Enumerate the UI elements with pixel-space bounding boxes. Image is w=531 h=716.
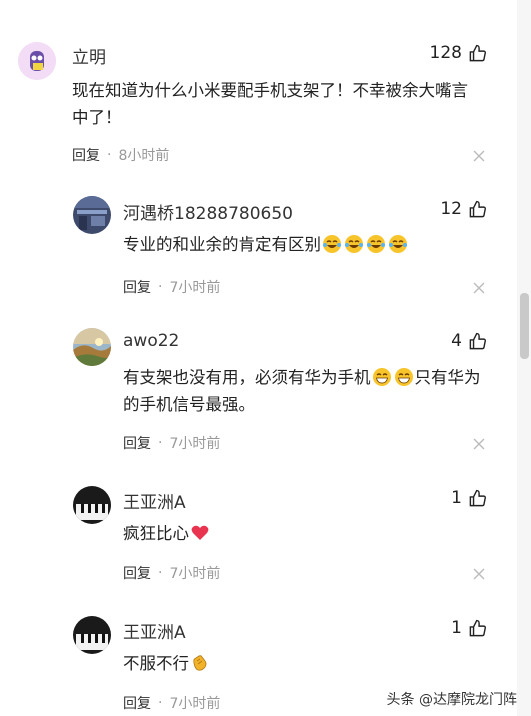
thumbs-up-icon [469, 44, 486, 61]
comment-author[interactable]: 河遇桥18288780650 [123, 199, 293, 224]
like-count: 128 [429, 43, 462, 63]
reply-button[interactable]: 回复 [123, 693, 151, 713]
thumbs-up-icon [469, 489, 486, 506]
close-icon[interactable] [473, 438, 485, 450]
avatar[interactable] [73, 328, 111, 366]
meta-separator: · [107, 147, 112, 163]
meta-separator: · [158, 435, 163, 451]
like-button[interactable]: 12 [440, 199, 487, 219]
laugh-cry-emoji [367, 235, 385, 253]
close-icon[interactable] [473, 150, 485, 162]
comment-author[interactable]: awo22 [123, 331, 179, 351]
heart-emoji [191, 525, 209, 540]
reply-button[interactable]: 回复 [123, 277, 151, 297]
comment-author[interactable]: 立明 [72, 43, 106, 68]
comment-time: 7小时前 [169, 280, 221, 296]
comment-text-body: 疯狂比心 [123, 524, 189, 543]
scrollbar-thumb[interactable] [520, 293, 529, 359]
comment-text-part1: 有支架也没有用，必须有华为手机 [123, 368, 371, 387]
watermark: 头条 @达摩院龙门阵 [386, 692, 517, 708]
like-count: 4 [451, 331, 462, 351]
comment-time: 8小时前 [118, 148, 170, 164]
comment-text: 有支架也没有用，必须有华为手机 只有华为的手机信号最强。 [123, 364, 493, 418]
close-icon[interactable] [473, 568, 485, 580]
reply-button[interactable]: 回复 [123, 563, 151, 583]
comment-text: 现在知道为什么小米要配手机支架了！不幸被余大嘴言中了！ [72, 81, 468, 127]
meta-separator: · [158, 279, 163, 295]
like-button[interactable]: 4 [451, 331, 487, 351]
laugh-cry-emoji [323, 235, 341, 253]
comment-meta: 回复 · 8小时前 [72, 145, 169, 165]
comment-text: 不服不行 [123, 650, 483, 677]
thumbs-up-icon [469, 332, 486, 349]
comment-text: 专业的和业余的肯定有区别 [123, 231, 483, 258]
clap-emoji [193, 655, 207, 671]
comment-author[interactable]: 王亚洲A [123, 618, 186, 643]
avatar[interactable] [73, 196, 111, 234]
close-icon[interactable] [473, 282, 485, 294]
meta-separator: · [158, 565, 163, 581]
reply-button[interactable]: 回复 [123, 433, 151, 453]
comment-meta: 回复 · 7小时前 [123, 277, 220, 297]
avatar[interactable] [73, 616, 111, 654]
like-button[interactable]: 1 [451, 618, 487, 638]
avatar[interactable] [73, 486, 111, 524]
comment-author[interactable]: 王亚洲A [123, 488, 186, 513]
avatar[interactable] [18, 42, 56, 80]
laugh-cry-emoji [389, 235, 407, 253]
comment-text-body: 不服不行 [123, 654, 189, 673]
like-count: 12 [440, 199, 462, 219]
comment-text: 疯狂比心 [123, 520, 483, 547]
comment-text-body: 专业的和业余的肯定有区别 [123, 235, 321, 254]
grin-emoji [372, 368, 391, 386]
laugh-cry-emoji [345, 235, 363, 253]
reply-button[interactable]: 回复 [72, 145, 100, 165]
like-count: 1 [451, 618, 462, 638]
comment-time: 7小时前 [169, 436, 221, 452]
thumbs-up-icon [469, 619, 486, 636]
comment-time: 7小时前 [169, 696, 221, 712]
like-button[interactable]: 1 [451, 488, 487, 508]
comment-meta: 回复 · 7小时前 [123, 433, 220, 453]
comment-meta: 回复 · 7小时前 [123, 693, 220, 713]
grin-emoji [394, 368, 413, 386]
comment-time: 7小时前 [169, 566, 221, 582]
meta-separator: · [158, 695, 163, 711]
thumbs-up-icon [469, 200, 486, 217]
like-count: 1 [451, 488, 462, 508]
like-button[interactable]: 128 [430, 43, 487, 63]
comment-meta: 回复 · 7小时前 [123, 563, 220, 583]
